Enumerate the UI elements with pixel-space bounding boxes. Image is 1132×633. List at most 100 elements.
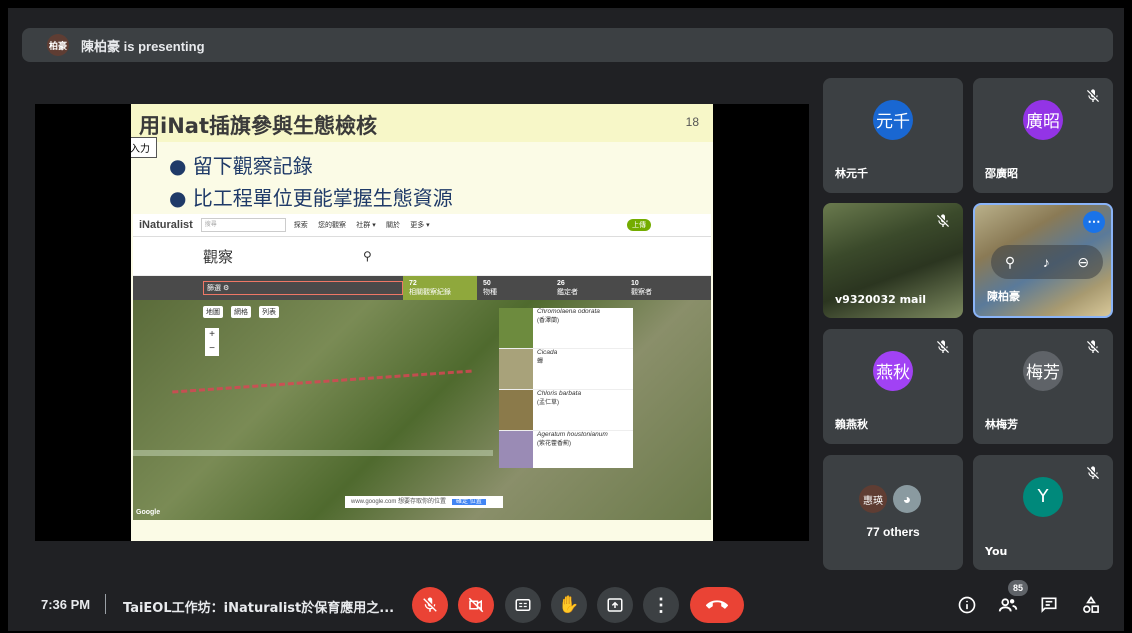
others-tile[interactable]: 惠瑛 ◕ 77 others — [823, 455, 963, 570]
mute-participant-icon[interactable]: ♪ — [1043, 254, 1050, 270]
google-label: Google — [136, 509, 161, 516]
participant-name: 林梅芳 — [985, 418, 1018, 431]
inat-nav-item: 您的觀察 — [318, 222, 347, 229]
participant-avatar: 燕秋 — [873, 350, 913, 391]
slide: 用iNat插旗參與生態檢核 18 ● 留下觀察記錄 ● 比工程單位更能掌握生態資… — [131, 104, 713, 541]
tooltip: 檢索語句を入力 — [131, 137, 157, 158]
captions-button[interactable] — [505, 587, 541, 623]
map-view-btn: 列表 — [259, 306, 279, 318]
more-options-button[interactable]: ⋮ — [643, 587, 679, 623]
meeting-details-button[interactable] — [954, 592, 980, 618]
inat-tab: 26 鑑定者 — [557, 279, 578, 296]
participant-name: v9320032 mail — [835, 293, 927, 306]
participant-avatar: 廣昭 — [1023, 99, 1063, 140]
chat-button[interactable] — [1036, 592, 1062, 618]
participant-tile[interactable]: 梅芳 林梅芳 — [973, 329, 1113, 444]
inat-tab: 10 觀察者 — [631, 279, 652, 296]
info-icon — [958, 596, 976, 614]
presenting-banner: 柏豪 陳柏豪 is presenting — [22, 28, 1113, 62]
slide-bullet: ● 留下觀察記錄 — [169, 154, 313, 178]
participant-name: 賴燕秋 — [835, 418, 868, 431]
camera-off-icon — [468, 597, 484, 613]
control-bar: 7:36 PM TaiEOL工作坊：iNaturalist於保育應用之... ✋… — [8, 580, 1124, 631]
activities-icon — [1083, 595, 1099, 613]
participant-tile[interactable]: 燕秋 賴燕秋 — [823, 329, 963, 444]
inat-nav-item: 社群 ▾ — [356, 222, 376, 229]
inat-upload-button: 上傳 — [627, 219, 651, 231]
hand-icon: ✋ — [558, 595, 580, 614]
inat-tabs: 篩選 ⚙ 72 相關觀察紀錄 50 物種 26 鑑定者 10 觀察者 — [133, 276, 711, 300]
inat-nav-item: 更多 ▾ — [410, 222, 430, 229]
shared-screen: 用iNat插旗參與生態檢核 18 ● 留下觀察記錄 ● 比工程單位更能掌握生態資… — [35, 104, 809, 541]
map-view-btn: 網格 — [231, 306, 251, 318]
pin-icon[interactable]: ⚲ — [1005, 254, 1015, 271]
more-options-icon[interactable]: ⋯ — [1083, 211, 1105, 233]
inat-nav-item: 探索 — [293, 222, 308, 229]
inat-screenshot: iNaturalist 搜尋 探索 您的觀察 社群 ▾ 關於 更多 ▾ 上傳 觀… — [133, 214, 711, 520]
leave-call-button[interactable] — [690, 587, 744, 623]
participant-tile-self[interactable]: Y You — [973, 455, 1113, 570]
search-icon: ⚲ — [363, 249, 372, 263]
mic-off-icon — [1087, 340, 1099, 353]
mic-off-icon — [423, 597, 437, 612]
mic-off-icon — [937, 214, 949, 227]
species-row: Chloris barbata (孟仁草) — [499, 390, 633, 431]
mic-off-icon — [1087, 466, 1099, 479]
participant-avatar: 元千 — [873, 99, 913, 140]
others-avatar: 惠瑛 — [859, 485, 887, 513]
mic-toggle-button[interactable] — [412, 587, 448, 623]
hang-up-icon — [706, 600, 728, 609]
participant-tile[interactable]: 元千 林元千 — [823, 78, 963, 193]
inat-header: iNaturalist 搜尋 探索 您的觀察 社群 ▾ 關於 更多 ▾ 上傳 — [133, 214, 711, 237]
activities-button[interactable] — [1078, 592, 1104, 618]
map-road — [133, 450, 493, 456]
participant-tile[interactable]: 廣昭 邵廣昭 — [973, 78, 1113, 193]
people-icon — [998, 598, 1018, 612]
others-count: 77 others — [866, 525, 920, 539]
participant-name: 林元千 — [835, 167, 868, 180]
raise-hand-button[interactable]: ✋ — [551, 587, 587, 623]
inat-tab: 72 相關觀察紀錄 — [403, 276, 477, 300]
species-row: Chromolaena odorata (香澤蘭) — [499, 308, 633, 349]
divider — [105, 594, 106, 614]
map-view-btn: 地圖 — [203, 306, 223, 318]
present-screen-icon — [607, 598, 623, 612]
inat-nav-item: 關於 — [385, 222, 400, 229]
presenter-avatar: 柏豪 — [47, 34, 69, 56]
participant-name: 邵廣昭 — [985, 167, 1018, 180]
present-button[interactable] — [597, 587, 633, 623]
mic-off-icon — [937, 340, 949, 353]
chat-icon — [1041, 597, 1057, 613]
presenting-text: 陳柏豪 is presenting — [81, 38, 205, 54]
inat-map: 地圖 網格 列表 + − Chromolaena odorata (香澤蘭) Cic… — [133, 300, 711, 520]
participant-name: 陳柏豪 — [987, 290, 1020, 303]
participant-count-badge: 85 — [1008, 580, 1028, 596]
slide-header: 用iNat插旗參與生態檢核 18 — [131, 104, 713, 142]
clock: 7:36 PM — [41, 597, 91, 612]
inat-tab: 50 物種 — [483, 279, 497, 296]
inat-nav: 探索 您的觀察 社群 ▾ 關於 更多 ▾ — [286, 220, 430, 230]
slide-page-number: 18 — [685, 115, 699, 129]
species-row: Cicada 蟬 — [499, 349, 633, 390]
inat-title-bar: 觀察 ⚲ — [133, 237, 711, 276]
inat-filter: 篩選 ⚙ — [203, 281, 403, 295]
inat-logo: iNaturalist — [139, 219, 193, 231]
captions-icon — [515, 599, 531, 611]
remove-icon[interactable]: ⊖ — [1077, 254, 1089, 271]
inat-search: 搜尋 — [200, 218, 286, 232]
species-row: Ageratum houstonianum (紫花藿香薊) — [499, 431, 633, 468]
participant-tile[interactable]: v9320032 mail — [823, 203, 963, 318]
location-prompt: www.google.com 想要存取你的位置 確定 位置 — [345, 496, 503, 508]
tile-controls: ⚲ ♪ ⊖ — [991, 245, 1103, 279]
more-vert-icon: ⋮ — [652, 594, 670, 615]
others-avatar-photo: ◕ — [893, 485, 921, 513]
participant-tile-active[interactable]: ⋯ ⚲ ♪ ⊖ 陳柏豪 — [973, 203, 1113, 318]
map-observation-trail — [172, 369, 474, 424]
mic-off-icon — [1087, 89, 1099, 102]
map-zoom-control: + − — [205, 328, 219, 356]
slide-title: 用iNat插旗參與生態檢核 — [139, 114, 377, 138]
meeting-title: TaiEOL工作坊：iNaturalist於保育應用之... — [123, 601, 395, 616]
species-list: Chromolaena odorata (香澤蘭) Cicada 蟬 Chloris… — [499, 308, 633, 468]
camera-toggle-button[interactable] — [458, 587, 494, 623]
participant-avatar: 梅芳 — [1023, 350, 1063, 391]
